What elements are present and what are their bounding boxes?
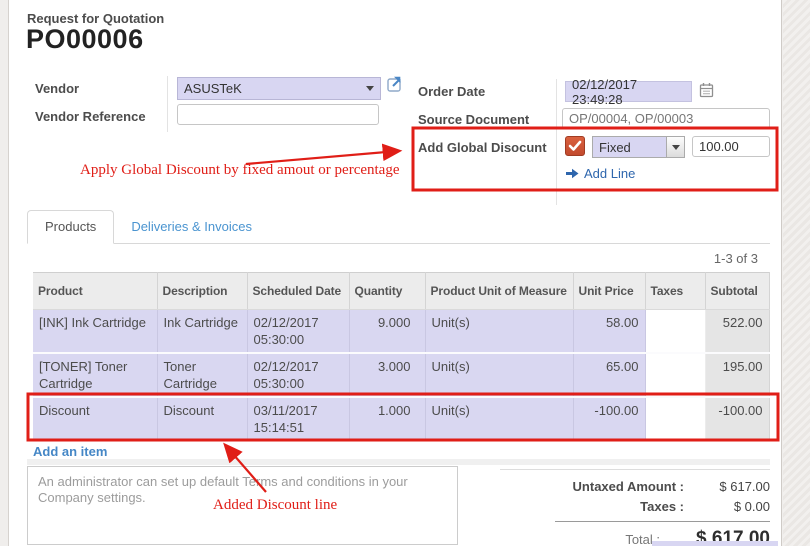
cell-unit-price: -100.00: [573, 397, 645, 441]
source-document-label: Source Document: [418, 112, 529, 127]
page-right-gutter: [783, 0, 810, 546]
table-row-discount[interactable]: Discount Discount 03/11/2017 15:14:51 1.…: [33, 397, 769, 441]
discount-amount-input[interactable]: [692, 136, 770, 157]
add-an-item-link[interactable]: Add an item: [33, 444, 107, 459]
left-group-divider: [167, 76, 168, 132]
column-header-subtotal[interactable]: Subtotal: [705, 273, 769, 310]
pager: 1-3 of 3: [640, 251, 758, 266]
column-header-taxes[interactable]: Taxes: [645, 273, 705, 310]
column-header-description[interactable]: Description: [157, 273, 247, 310]
vendor-reference-input[interactable]: [177, 104, 379, 125]
cell-description: Ink Cartridge: [157, 310, 247, 354]
taxes-total-value: $ 0.00: [684, 499, 770, 514]
cell-subtotal: 522.00: [705, 310, 769, 354]
rfq-page: Request for Quotation PO00006 Vendor ASU…: [0, 0, 810, 546]
discount-type-select[interactable]: Fixed: [592, 136, 685, 158]
cell-taxes: [645, 353, 705, 397]
order-lines-table: Product Description Scheduled Date Quant…: [33, 272, 770, 442]
annotation-global-discount: Apply Global Discount by fixed amout or …: [80, 162, 400, 179]
arrow-right-icon: [566, 168, 579, 179]
total-highlight-bar: [652, 541, 778, 546]
cell-product: [INK] Ink Cartridge: [33, 310, 157, 354]
table-footer-strip: [27, 459, 770, 465]
calendar-icon[interactable]: [699, 82, 714, 101]
vendor-select[interactable]: ASUSTeK: [177, 77, 381, 100]
total-label: Total :: [500, 532, 660, 546]
chevron-down-icon: [672, 145, 680, 150]
cell-scheduled-date: 02/12/2017 05:30:00: [247, 310, 349, 354]
check-icon: [568, 140, 582, 152]
annotation-discount-line: Added Discount line: [213, 497, 337, 514]
cell-subtotal: 195.00: [705, 353, 769, 397]
source-document-input[interactable]: [562, 108, 770, 129]
cell-scheduled-date: 03/11/2017 15:14:51: [247, 397, 349, 441]
add-line-label: Add Line: [584, 166, 635, 181]
column-header-quantity[interactable]: Quantity: [349, 273, 425, 310]
column-header-product[interactable]: Product: [33, 273, 157, 310]
discount-type-value: Fixed: [593, 140, 666, 155]
vendor-reference-label: Vendor Reference: [35, 109, 146, 124]
select-button: [666, 137, 684, 157]
cell-product: [TONER] Toner Cartridge: [33, 353, 157, 397]
cell-taxes: [645, 310, 705, 354]
global-discount-label: Add Global Disocunt: [418, 140, 547, 155]
cell-uom: Unit(s): [425, 310, 573, 354]
untaxed-amount-value: $ 617.00: [684, 479, 770, 494]
table-header-row: Product Description Scheduled Date Quant…: [33, 273, 769, 310]
cell-unit-price: 58.00: [573, 310, 645, 354]
cell-quantity: 3.000: [349, 353, 425, 397]
tab-products[interactable]: Products: [27, 210, 114, 244]
vendor-label: Vendor: [35, 81, 79, 96]
add-line-link[interactable]: Add Line: [566, 166, 635, 181]
tab-deliveries-invoices[interactable]: Deliveries & Invoices: [114, 211, 269, 243]
cell-description: Toner Cartridge: [157, 353, 247, 397]
totals-divider: [555, 521, 770, 522]
cell-uom: Unit(s): [425, 397, 573, 441]
page-title: PO00006: [26, 24, 144, 55]
order-date-value: 02/12/2017 23:49:28: [572, 77, 685, 107]
column-header-unit-price[interactable]: Unit Price: [573, 273, 645, 310]
notebook-tabs: Products Deliveries & Invoices: [27, 210, 770, 244]
order-date-field[interactable]: 02/12/2017 23:49:28: [565, 81, 692, 102]
column-header-uom[interactable]: Product Unit of Measure: [425, 273, 573, 310]
global-discount-checkbox[interactable]: [565, 136, 585, 156]
cell-uom: Unit(s): [425, 353, 573, 397]
external-link-icon[interactable]: [386, 75, 405, 97]
taxes-total-label: Taxes :: [500, 499, 684, 514]
cell-taxes: [645, 397, 705, 441]
chevron-down-icon: [366, 86, 374, 91]
cell-unit-price: 65.00: [573, 353, 645, 397]
cell-description: Discount: [157, 397, 247, 441]
table-row[interactable]: [TONER] Toner Cartridge Toner Cartridge …: [33, 353, 769, 397]
cell-product: Discount: [33, 397, 157, 441]
right-group-divider: [556, 79, 557, 205]
order-date-label: Order Date: [418, 84, 485, 99]
totals-block: Untaxed Amount : $ 617.00 Taxes : $ 0.00…: [500, 469, 770, 546]
table-row[interactable]: [INK] Ink Cartridge Ink Cartridge 02/12/…: [33, 310, 769, 354]
cell-subtotal: -100.00: [705, 397, 769, 441]
untaxed-amount-label: Untaxed Amount :: [500, 479, 684, 494]
cell-scheduled-date: 02/12/2017 05:30:00: [247, 353, 349, 397]
cell-quantity: 1.000: [349, 397, 425, 441]
column-header-scheduled-date[interactable]: Scheduled Date: [247, 273, 349, 310]
cell-quantity: 9.000: [349, 310, 425, 354]
vendor-select-value: ASUSTeK: [184, 81, 366, 96]
